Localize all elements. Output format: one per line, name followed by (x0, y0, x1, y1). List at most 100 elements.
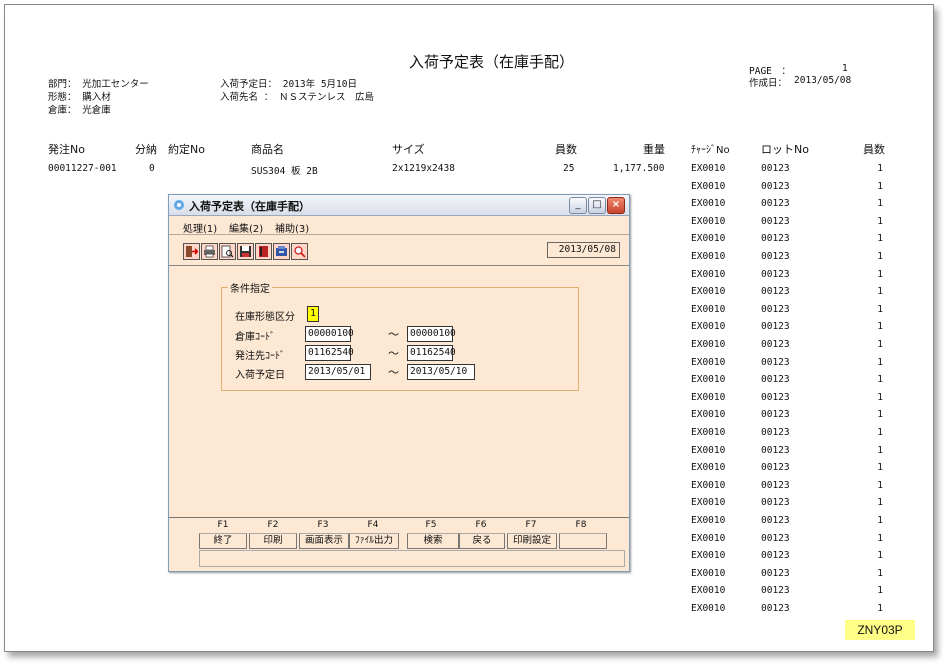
lot-lot-no: 00123 (761, 409, 790, 420)
lot-qty: 1 (877, 181, 883, 192)
col-contract-no: 約定No (168, 143, 205, 156)
lot-qty: 1 (877, 409, 883, 420)
menu-assist[interactable]: 補助(3) (275, 220, 309, 235)
lot-lot-no: 00123 (761, 339, 790, 350)
lot-qty: 1 (877, 374, 883, 385)
supplier-code-from[interactable]: 01162540 (305, 345, 354, 361)
lot-qty: 1 (877, 568, 883, 579)
lot-lot-no: 00123 (761, 251, 790, 262)
lot-lot-no: 00123 (761, 321, 790, 332)
search-icon[interactable] (291, 243, 308, 260)
row-order-no: 00011227-001 (48, 163, 117, 174)
lot-charge-no: EX0010 (691, 603, 726, 614)
lot-lot-no: 00123 (761, 515, 790, 526)
lot-lot-no: 00123 (761, 216, 790, 227)
dept-line: 部門： 光加工センター (48, 79, 149, 90)
lot-qty: 1 (877, 198, 883, 209)
supplier-code-label: 発注先ｺｰﾄﾞ (235, 351, 285, 362)
lot-qty: 1 (877, 515, 883, 526)
fkey-label-f5: F5 (425, 520, 437, 530)
col-product: 商品名 (251, 143, 284, 156)
fkey-label-f8: F8 (575, 520, 587, 530)
page-number: 1 (842, 63, 848, 74)
stock-type-field[interactable]: 1 (307, 306, 319, 322)
fkey-label-f2: F2 (267, 520, 279, 530)
exit-icon[interactable] (183, 243, 200, 260)
lot-qty: 1 (877, 550, 883, 561)
f4-file-output-button[interactable]: ﾌｧｲﾙ出力 (349, 533, 399, 549)
fkey-label-f1: F1 (217, 520, 229, 530)
app-icon (174, 200, 184, 210)
lot-charge-no: EX0010 (691, 304, 726, 315)
lot-charge-no: EX0010 (691, 462, 726, 473)
row-size: 2x1219x2438 (392, 163, 455, 174)
menu-process[interactable]: 処理(1) (183, 220, 217, 235)
settings-icon[interactable] (273, 243, 290, 260)
dialog-titlebar[interactable]: 入荷予定表（在庫手配） _ □ × (169, 195, 629, 216)
close-button[interactable]: × (607, 197, 625, 214)
supplier-code-to[interactable]: 01162540 (407, 345, 456, 361)
lot-qty: 1 (877, 163, 883, 174)
fkey-label-f7: F7 (525, 520, 537, 530)
f3-display-button[interactable]: 画面表示 (299, 533, 349, 549)
lot-qty: 1 (877, 321, 883, 332)
arrival-date-from[interactable]: 2013/05/01 (305, 364, 371, 380)
condition-group-title: 条件指定 (228, 280, 272, 295)
range-tilde: ～ (388, 328, 399, 341)
f1-exit-button[interactable]: 終了 (199, 533, 247, 549)
lot-lot-no: 00123 (761, 163, 790, 174)
lot-lot-no: 00123 (761, 550, 790, 561)
lot-qty: 1 (877, 585, 883, 596)
lot-qty: 1 (877, 603, 883, 614)
col-size: サイズ (392, 143, 425, 156)
f6-back-button[interactable]: 戻る (459, 533, 505, 549)
lot-lot-no: 00123 (761, 427, 790, 438)
warehouse-code-from[interactable]: 00000100 (305, 326, 354, 342)
lot-qty: 1 (877, 462, 883, 473)
lot-lot-no: 00123 (761, 603, 790, 614)
col-weight: 重量 (643, 143, 665, 156)
lot-charge-no: EX0010 (691, 357, 726, 368)
lot-qty: 1 (877, 269, 883, 280)
stock-type-label: 在庫形態区分 (235, 312, 295, 323)
f8-button[interactable] (559, 533, 607, 549)
lot-lot-no: 00123 (761, 462, 790, 473)
f2-print-button[interactable]: 印刷 (249, 533, 297, 549)
col-lot-no: ロットNo (761, 143, 809, 156)
f7-print-settings-button[interactable]: 印刷設定 (507, 533, 557, 549)
warehouse-code-to[interactable]: 00000100 (407, 326, 456, 342)
arrival-date-to[interactable]: 2013/05/10 (407, 364, 475, 380)
lot-charge-no: EX0010 (691, 585, 726, 596)
book-icon[interactable] (255, 243, 272, 260)
minimize-button[interactable]: _ (569, 197, 587, 214)
maximize-button[interactable]: □ (588, 197, 606, 214)
save-icon[interactable] (237, 243, 254, 260)
created-date: 2013/05/08 (794, 75, 852, 86)
row-split: 0 (149, 163, 155, 174)
col-charge-no: ﾁｬｰｼﾞNo (691, 145, 730, 156)
status-bar (199, 550, 625, 567)
lot-charge-no: EX0010 (691, 409, 726, 420)
lot-charge-no: EX0010 (691, 181, 726, 192)
lot-lot-no: 00123 (761, 374, 790, 385)
preview-icon[interactable] (219, 243, 236, 260)
f5-search-button[interactable]: 検索 (407, 533, 459, 549)
lot-qty: 1 (877, 216, 883, 227)
lot-lot-no: 00123 (761, 585, 790, 596)
lot-lot-no: 00123 (761, 198, 790, 209)
lot-lot-no: 00123 (761, 286, 790, 297)
lot-charge-no: EX0010 (691, 163, 726, 174)
menu-edit[interactable]: 編集(2) (229, 220, 263, 235)
col-count: 員数 (555, 143, 577, 156)
lot-qty: 1 (877, 251, 883, 262)
print-icon[interactable] (201, 243, 218, 260)
lot-charge-no: EX0010 (691, 286, 726, 297)
lot-lot-no: 00123 (761, 497, 790, 508)
lot-qty: 1 (877, 357, 883, 368)
lot-lot-no: 00123 (761, 392, 790, 403)
arrival-dest-line: 入荷先名 ： ＮＳステンレス 広島 (220, 92, 374, 103)
function-key-bar: F1 F2 F3 F4 F5 F6 F7 F8 終了 印刷 画面表示 ﾌｧｲﾙ出… (169, 517, 629, 572)
lot-qty: 1 (877, 480, 883, 491)
lot-qty: 1 (877, 304, 883, 315)
arrival-date-line: 入荷予定日： 2013年 5月10日 (220, 79, 357, 90)
